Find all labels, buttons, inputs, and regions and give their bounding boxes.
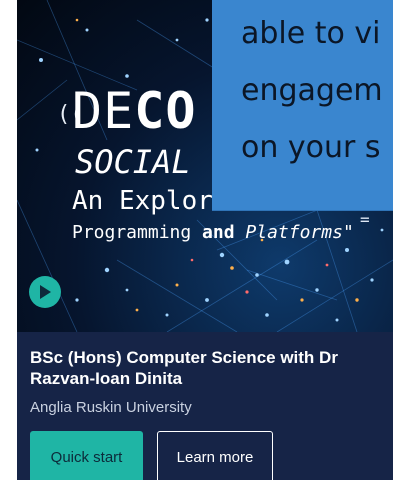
overlay-line-2: engagem: [241, 73, 383, 108]
hero-subtitle-part-1: Programming: [72, 222, 203, 243]
hero-subtitle-part-3: Platforms: [234, 222, 343, 243]
hero-title-regular: DE: [72, 82, 135, 140]
play-button[interactable]: [29, 276, 61, 308]
hero-title-line-2: SOCIAL: [75, 143, 191, 181]
quick-start-button[interactable]: Quick start: [30, 431, 143, 480]
course-title[interactable]: BSc (Hons) Computer Science with Dr Razv…: [30, 347, 380, 389]
overlay-line-3: on your s: [241, 130, 381, 165]
hero-subtitle-quote: ": [342, 222, 354, 243]
equals-glyph: =: [360, 210, 370, 229]
learn-more-button[interactable]: Learn more: [157, 431, 273, 480]
play-icon: [40, 285, 51, 299]
hero-title-line-3-visible: An Explor: [72, 186, 213, 216]
hero-title-bold: CO: [134, 82, 197, 140]
overlay-line-1: able to vi: [241, 16, 381, 51]
hero-title-line-1: DECO: [72, 86, 196, 136]
hero-subtitle: Programming and Platforms": [72, 224, 354, 242]
institution-name: Anglia Ruskin University: [30, 399, 192, 416]
hero-subtitle-part-2: and: [202, 222, 235, 243]
overlay-popup: able to vi engagem on your s: [212, 0, 393, 211]
